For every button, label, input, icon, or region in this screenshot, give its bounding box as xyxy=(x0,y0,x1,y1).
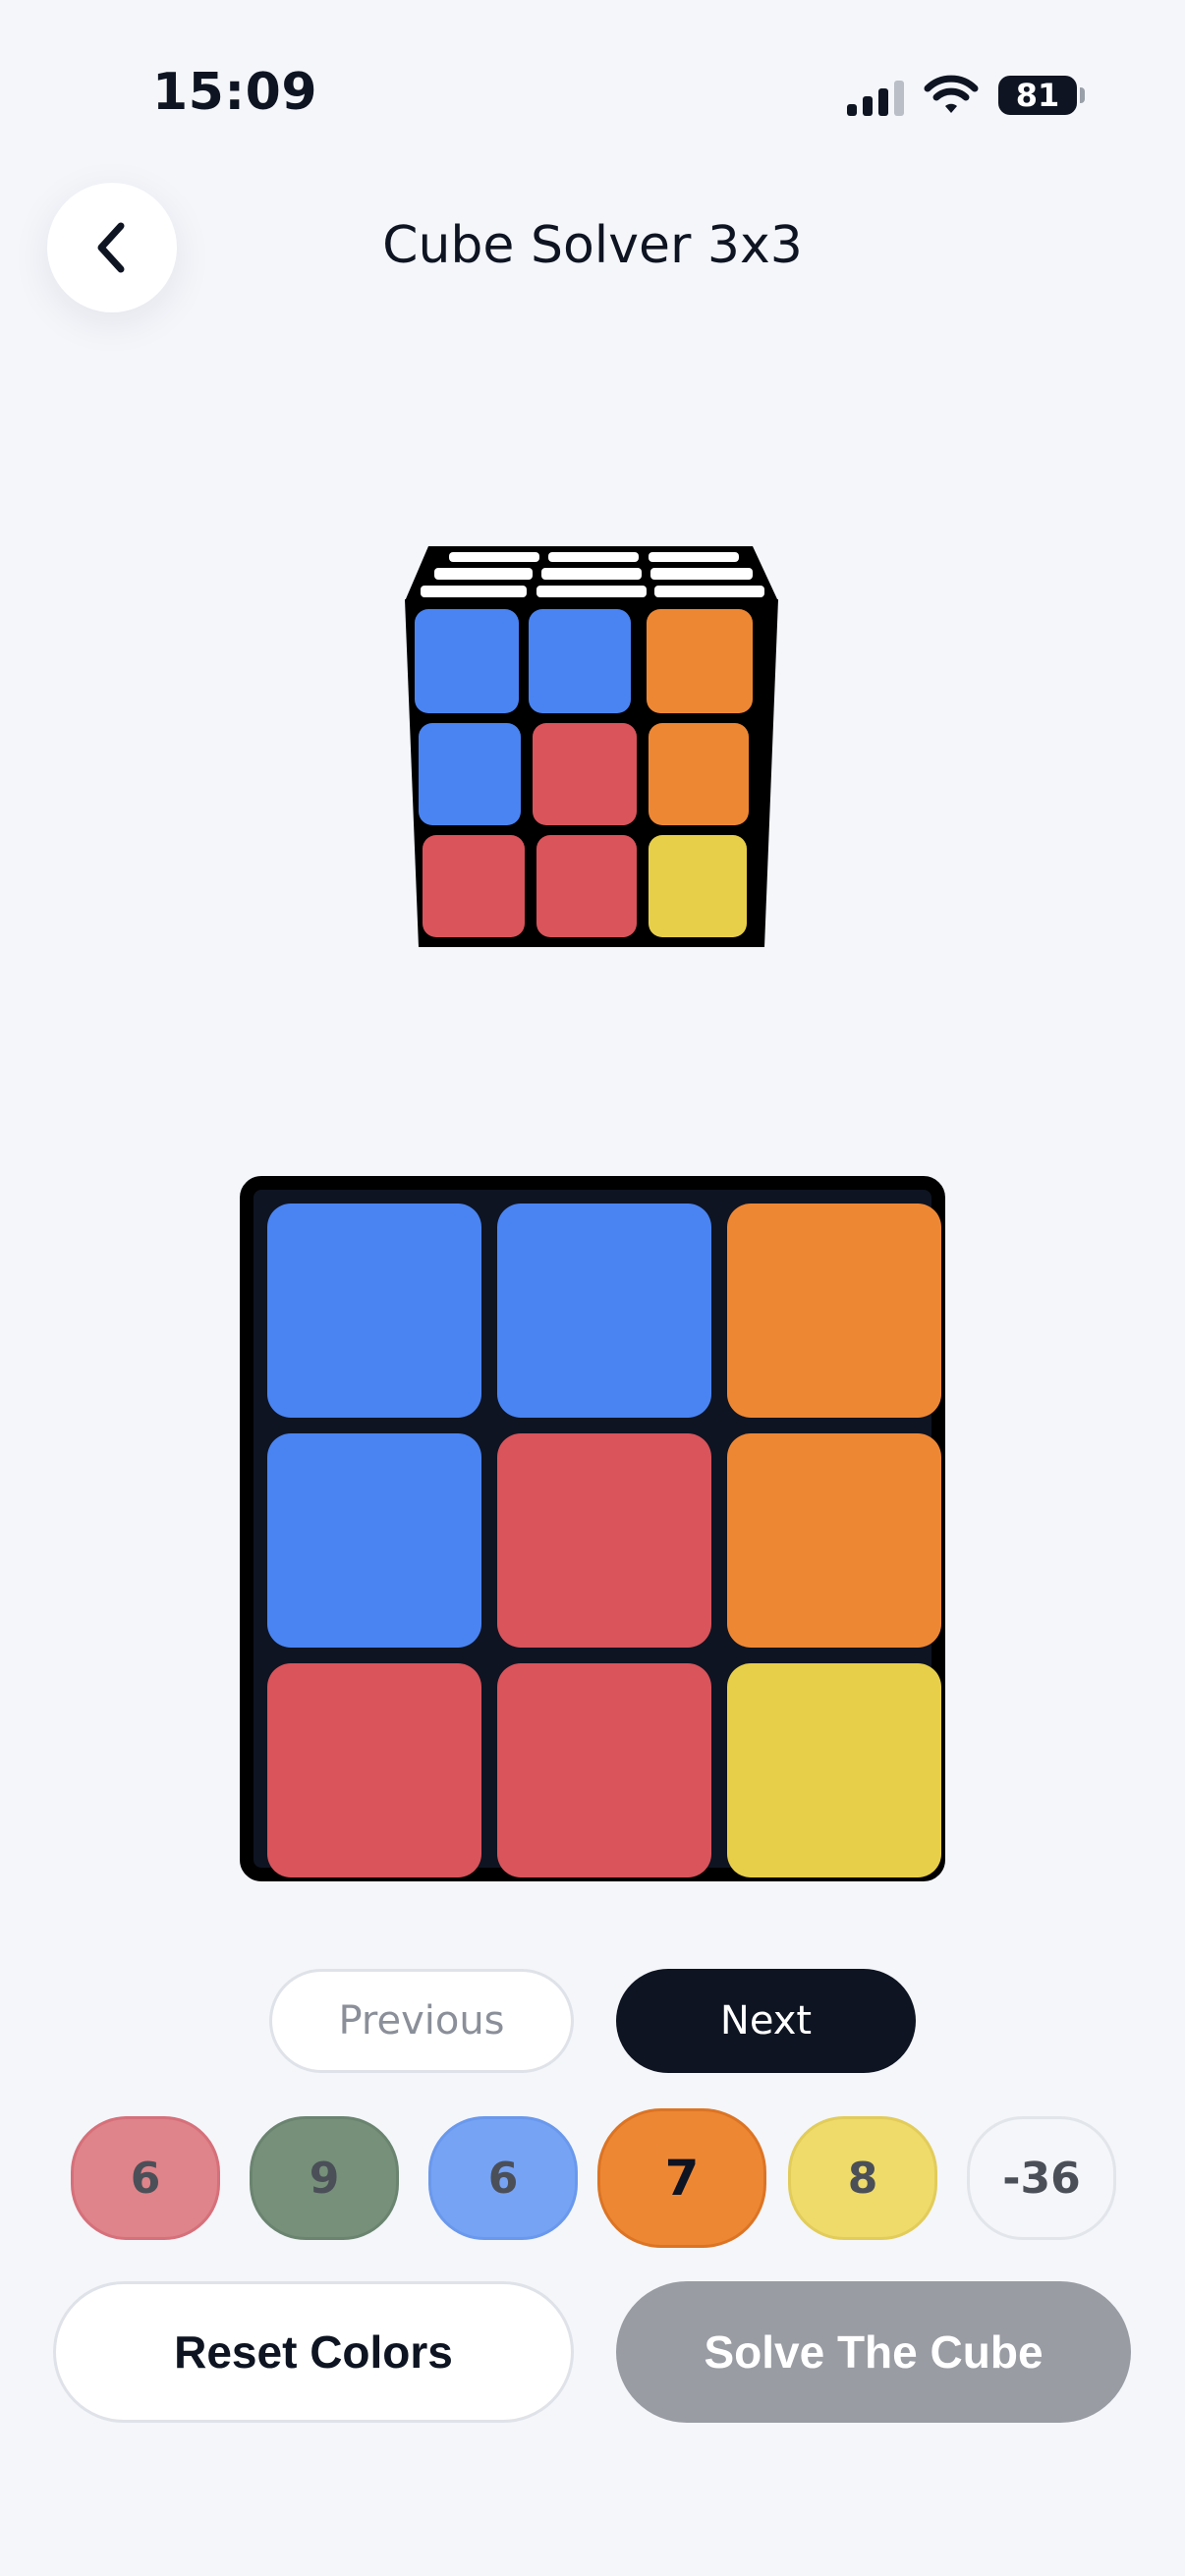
face-cell-blue[interactable] xyxy=(267,1204,481,1418)
cube-face-grid xyxy=(240,1176,945,1881)
previous-button[interactable]: Previous xyxy=(269,1969,574,2073)
next-button[interactable]: Next xyxy=(616,1969,916,2073)
color-counter-yellow[interactable]: 8 xyxy=(788,2116,937,2240)
solve-cube-button[interactable]: Solve The Cube xyxy=(616,2281,1131,2423)
cube-sticker-orange xyxy=(649,723,749,825)
reset-colors-button[interactable]: Reset Colors xyxy=(53,2281,574,2423)
face-cell-orange[interactable] xyxy=(727,1433,941,1648)
color-counter-green[interactable]: 9 xyxy=(250,2116,399,2240)
cube-sticker-blue xyxy=(529,609,631,713)
cellular-signal-icon xyxy=(847,81,904,116)
status-time: 15:09 xyxy=(152,63,318,122)
face-cell-orange[interactable] xyxy=(727,1204,941,1418)
cube-sticker-red xyxy=(423,835,525,937)
cube-sticker-blue xyxy=(419,723,521,825)
color-counter-red[interactable]: 6 xyxy=(71,2116,220,2240)
cube-sticker-orange xyxy=(647,609,753,713)
cube-sticker-yellow xyxy=(649,835,747,937)
battery-indicator: 81 xyxy=(998,76,1085,115)
face-cell-red[interactable] xyxy=(267,1663,481,1877)
cube-sticker-blue xyxy=(415,609,519,713)
color-counter-blue[interactable]: 6 xyxy=(428,2116,578,2240)
face-cell-red[interactable] xyxy=(497,1433,711,1648)
face-cell-red[interactable] xyxy=(497,1663,711,1877)
color-counter-orange[interactable]: 7 xyxy=(597,2108,766,2248)
face-cell-blue[interactable] xyxy=(497,1204,711,1418)
face-cell-yellow[interactable] xyxy=(727,1663,941,1877)
cube-3d-preview xyxy=(405,546,778,947)
cube-sticker-red xyxy=(533,723,637,825)
wifi-icon xyxy=(924,75,979,113)
face-cell-blue[interactable] xyxy=(267,1433,481,1648)
color-counter-white[interactable]: -36 xyxy=(967,2116,1116,2240)
page-title: Cube Solver 3x3 xyxy=(382,216,803,275)
cube-sticker-red xyxy=(536,835,637,937)
